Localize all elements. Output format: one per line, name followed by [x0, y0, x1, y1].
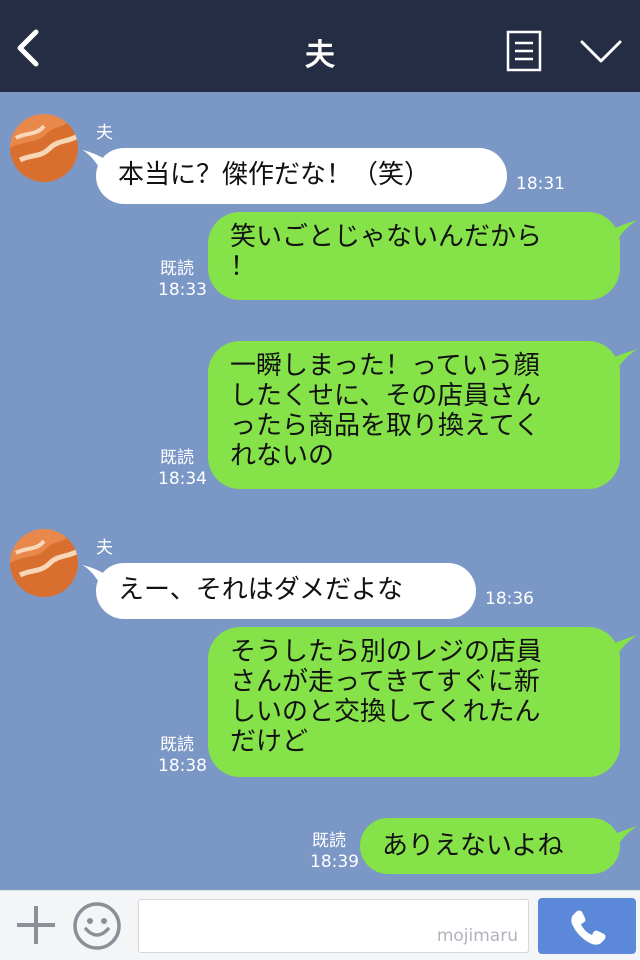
read-status: 既読	[160, 735, 194, 755]
avatar[interactable]	[10, 529, 78, 597]
message-bubble[interactable]: ありえないよね	[360, 818, 620, 874]
message-time: 18:31	[516, 174, 565, 194]
read-status: 既読	[160, 259, 194, 279]
read-status: 既読	[312, 831, 346, 851]
message-time: 18:36	[485, 589, 534, 609]
message-time: 18:38	[158, 756, 207, 776]
message-input[interactable]: mojimaru	[138, 899, 529, 953]
avatar[interactable]	[10, 114, 78, 182]
message-bubble[interactable]: 一瞬しまった！っていう顔 したくせに、その店員さん ったら商品を取り換えてく れ…	[208, 341, 620, 489]
message-bubble[interactable]: そうしたら別のレジの店員 さんが走ってきてすぐに新 しいのと交換してくれたん だ…	[208, 627, 620, 777]
note-button[interactable]	[506, 30, 542, 72]
watermark: mojimaru	[436, 926, 518, 946]
message-time: 18:39	[310, 852, 359, 872]
add-button[interactable]	[14, 903, 58, 947]
read-status: 既読	[160, 448, 194, 468]
message-bubble[interactable]: 本当に？傑作だな！（笑）	[96, 148, 507, 204]
message-time: 18:33	[158, 280, 207, 300]
message-time: 18:34	[158, 469, 207, 489]
chat-title: 夫	[305, 38, 335, 73]
note-icon	[506, 30, 542, 72]
input-bar: mojimaru	[0, 890, 640, 960]
message-bubble[interactable]: 笑いごとじゃないんだから ！	[208, 212, 620, 300]
message-list[interactable]: 夫 本当に？傑作だな！（笑） 18:31 笑いごとじゃないんだから ！ 既読 1…	[0, 92, 640, 890]
emoji-button[interactable]	[72, 901, 122, 951]
menu-button[interactable]	[578, 36, 624, 68]
plus-icon	[17, 906, 55, 944]
call-button[interactable]	[538, 898, 636, 954]
chat-header: 夫	[0, 0, 640, 92]
chevron-down-icon	[580, 40, 622, 63]
smile-icon	[73, 902, 121, 950]
phone-icon	[571, 910, 606, 945]
sender-name: 夫	[96, 123, 113, 143]
message-bubble[interactable]: えー、それはダメだよな	[96, 563, 476, 619]
sender-name: 夫	[96, 538, 113, 558]
